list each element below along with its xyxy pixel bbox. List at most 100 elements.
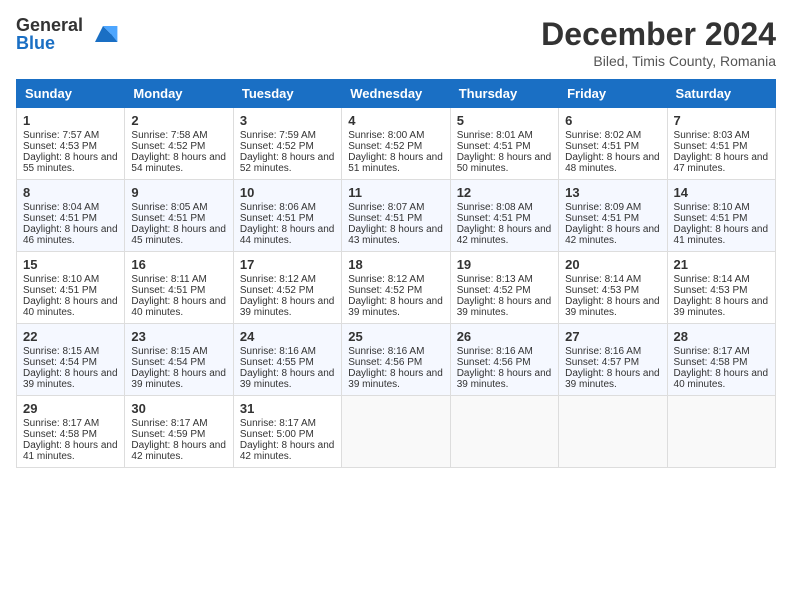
sunset-label: Sunset: 4:52 PM xyxy=(348,285,422,296)
sunrise-label: Sunrise: 8:16 AM xyxy=(457,346,533,357)
sunset-label: Sunset: 4:54 PM xyxy=(131,357,205,368)
daylight-label: Daylight: 8 hours and 42 minutes. xyxy=(565,224,660,246)
day-number: 7 xyxy=(674,113,769,128)
calendar-cell: 21 Sunrise: 8:14 AM Sunset: 4:53 PM Dayl… xyxy=(667,252,775,324)
day-number: 12 xyxy=(457,185,552,200)
day-number: 3 xyxy=(240,113,335,128)
daylight-label: Daylight: 8 hours and 39 minutes. xyxy=(240,296,335,318)
sunrise-label: Sunrise: 8:02 AM xyxy=(565,130,641,141)
sunset-label: Sunset: 4:52 PM xyxy=(348,141,422,152)
day-number: 14 xyxy=(674,185,769,200)
daylight-label: Daylight: 8 hours and 51 minutes. xyxy=(348,152,443,174)
logo-icon xyxy=(87,18,119,50)
calendar-week-row: 29 Sunrise: 8:17 AM Sunset: 4:58 PM Dayl… xyxy=(17,396,776,468)
daylight-label: Daylight: 8 hours and 42 minutes. xyxy=(240,440,335,462)
sunset-label: Sunset: 4:58 PM xyxy=(674,357,748,368)
sunset-label: Sunset: 4:51 PM xyxy=(674,141,748,152)
day-number: 21 xyxy=(674,257,769,272)
daylight-label: Daylight: 8 hours and 39 minutes. xyxy=(565,368,660,390)
day-number: 16 xyxy=(131,257,226,272)
sunrise-label: Sunrise: 8:00 AM xyxy=(348,130,424,141)
calendar-cell: 19 Sunrise: 8:13 AM Sunset: 4:52 PM Dayl… xyxy=(450,252,558,324)
calendar-cell xyxy=(450,396,558,468)
calendar-cell: 13 Sunrise: 8:09 AM Sunset: 4:51 PM Dayl… xyxy=(559,180,667,252)
page-header: General Blue December 2024 Biled, Timis … xyxy=(16,16,776,69)
day-number: 29 xyxy=(23,401,118,416)
calendar-cell: 17 Sunrise: 8:12 AM Sunset: 4:52 PM Dayl… xyxy=(233,252,341,324)
calendar-cell: 5 Sunrise: 8:01 AM Sunset: 4:51 PM Dayli… xyxy=(450,108,558,180)
daylight-label: Daylight: 8 hours and 39 minutes. xyxy=(240,368,335,390)
day-number: 22 xyxy=(23,329,118,344)
sunset-label: Sunset: 4:51 PM xyxy=(240,213,314,224)
calendar-week-row: 22 Sunrise: 8:15 AM Sunset: 4:54 PM Dayl… xyxy=(17,324,776,396)
calendar-cell: 3 Sunrise: 7:59 AM Sunset: 4:52 PM Dayli… xyxy=(233,108,341,180)
day-number: 9 xyxy=(131,185,226,200)
sunset-label: Sunset: 4:52 PM xyxy=(240,285,314,296)
logo-blue: Blue xyxy=(16,34,83,52)
day-number: 10 xyxy=(240,185,335,200)
day-number: 30 xyxy=(131,401,226,416)
calendar-cell: 14 Sunrise: 8:10 AM Sunset: 4:51 PM Dayl… xyxy=(667,180,775,252)
sunrise-label: Sunrise: 7:59 AM xyxy=(240,130,316,141)
calendar-cell: 2 Sunrise: 7:58 AM Sunset: 4:52 PM Dayli… xyxy=(125,108,233,180)
daylight-label: Daylight: 8 hours and 39 minutes. xyxy=(131,368,226,390)
sunset-label: Sunset: 4:51 PM xyxy=(348,213,422,224)
day-number: 5 xyxy=(457,113,552,128)
sunrise-label: Sunrise: 8:05 AM xyxy=(131,202,207,213)
sunrise-label: Sunrise: 8:03 AM xyxy=(674,130,750,141)
sunset-label: Sunset: 4:51 PM xyxy=(674,213,748,224)
calendar-week-row: 1 Sunrise: 7:57 AM Sunset: 4:53 PM Dayli… xyxy=(17,108,776,180)
daylight-label: Daylight: 8 hours and 48 minutes. xyxy=(565,152,660,174)
day-number: 15 xyxy=(23,257,118,272)
calendar-cell xyxy=(667,396,775,468)
sunset-label: Sunset: 4:51 PM xyxy=(565,141,639,152)
sunset-label: Sunset: 4:51 PM xyxy=(565,213,639,224)
location: Biled, Timis County, Romania xyxy=(541,53,776,69)
day-number: 13 xyxy=(565,185,660,200)
calendar-week-row: 8 Sunrise: 8:04 AM Sunset: 4:51 PM Dayli… xyxy=(17,180,776,252)
sunset-label: Sunset: 4:51 PM xyxy=(23,285,97,296)
calendar-cell: 4 Sunrise: 8:00 AM Sunset: 4:52 PM Dayli… xyxy=(342,108,450,180)
month-title: December 2024 xyxy=(541,16,776,53)
calendar-cell: 30 Sunrise: 8:17 AM Sunset: 4:59 PM Dayl… xyxy=(125,396,233,468)
calendar-cell: 28 Sunrise: 8:17 AM Sunset: 4:58 PM Dayl… xyxy=(667,324,775,396)
sunset-label: Sunset: 4:51 PM xyxy=(131,285,205,296)
sunrise-label: Sunrise: 8:17 AM xyxy=(131,418,207,429)
daylight-label: Daylight: 8 hours and 50 minutes. xyxy=(457,152,552,174)
calendar-cell: 18 Sunrise: 8:12 AM Sunset: 4:52 PM Dayl… xyxy=(342,252,450,324)
day-header-saturday: Saturday xyxy=(667,80,775,108)
calendar-cell: 25 Sunrise: 8:16 AM Sunset: 4:56 PM Dayl… xyxy=(342,324,450,396)
sunrise-label: Sunrise: 8:12 AM xyxy=(240,274,316,285)
sunrise-label: Sunrise: 8:10 AM xyxy=(674,202,750,213)
daylight-label: Daylight: 8 hours and 45 minutes. xyxy=(131,224,226,246)
daylight-label: Daylight: 8 hours and 42 minutes. xyxy=(457,224,552,246)
day-number: 6 xyxy=(565,113,660,128)
sunrise-label: Sunrise: 8:10 AM xyxy=(23,274,99,285)
calendar-table: SundayMondayTuesdayWednesdayThursdayFrid… xyxy=(16,79,776,468)
daylight-label: Daylight: 8 hours and 43 minutes. xyxy=(348,224,443,246)
sunrise-label: Sunrise: 8:14 AM xyxy=(674,274,750,285)
sunset-label: Sunset: 4:51 PM xyxy=(131,213,205,224)
day-number: 20 xyxy=(565,257,660,272)
daylight-label: Daylight: 8 hours and 47 minutes. xyxy=(674,152,769,174)
day-number: 28 xyxy=(674,329,769,344)
day-number: 11 xyxy=(348,185,443,200)
sunset-label: Sunset: 4:53 PM xyxy=(565,285,639,296)
sunset-label: Sunset: 4:52 PM xyxy=(457,285,531,296)
day-header-monday: Monday xyxy=(125,80,233,108)
sunrise-label: Sunrise: 7:58 AM xyxy=(131,130,207,141)
day-number: 17 xyxy=(240,257,335,272)
sunset-label: Sunset: 4:53 PM xyxy=(23,141,97,152)
day-number: 2 xyxy=(131,113,226,128)
day-number: 4 xyxy=(348,113,443,128)
day-number: 27 xyxy=(565,329,660,344)
sunrise-label: Sunrise: 8:17 AM xyxy=(240,418,316,429)
daylight-label: Daylight: 8 hours and 40 minutes. xyxy=(131,296,226,318)
calendar-cell: 24 Sunrise: 8:16 AM Sunset: 4:55 PM Dayl… xyxy=(233,324,341,396)
calendar-cell: 16 Sunrise: 8:11 AM Sunset: 4:51 PM Dayl… xyxy=(125,252,233,324)
calendar-cell: 7 Sunrise: 8:03 AM Sunset: 4:51 PM Dayli… xyxy=(667,108,775,180)
daylight-label: Daylight: 8 hours and 52 minutes. xyxy=(240,152,335,174)
daylight-label: Daylight: 8 hours and 39 minutes. xyxy=(348,296,443,318)
calendar-cell: 26 Sunrise: 8:16 AM Sunset: 4:56 PM Dayl… xyxy=(450,324,558,396)
sunset-label: Sunset: 4:51 PM xyxy=(457,213,531,224)
